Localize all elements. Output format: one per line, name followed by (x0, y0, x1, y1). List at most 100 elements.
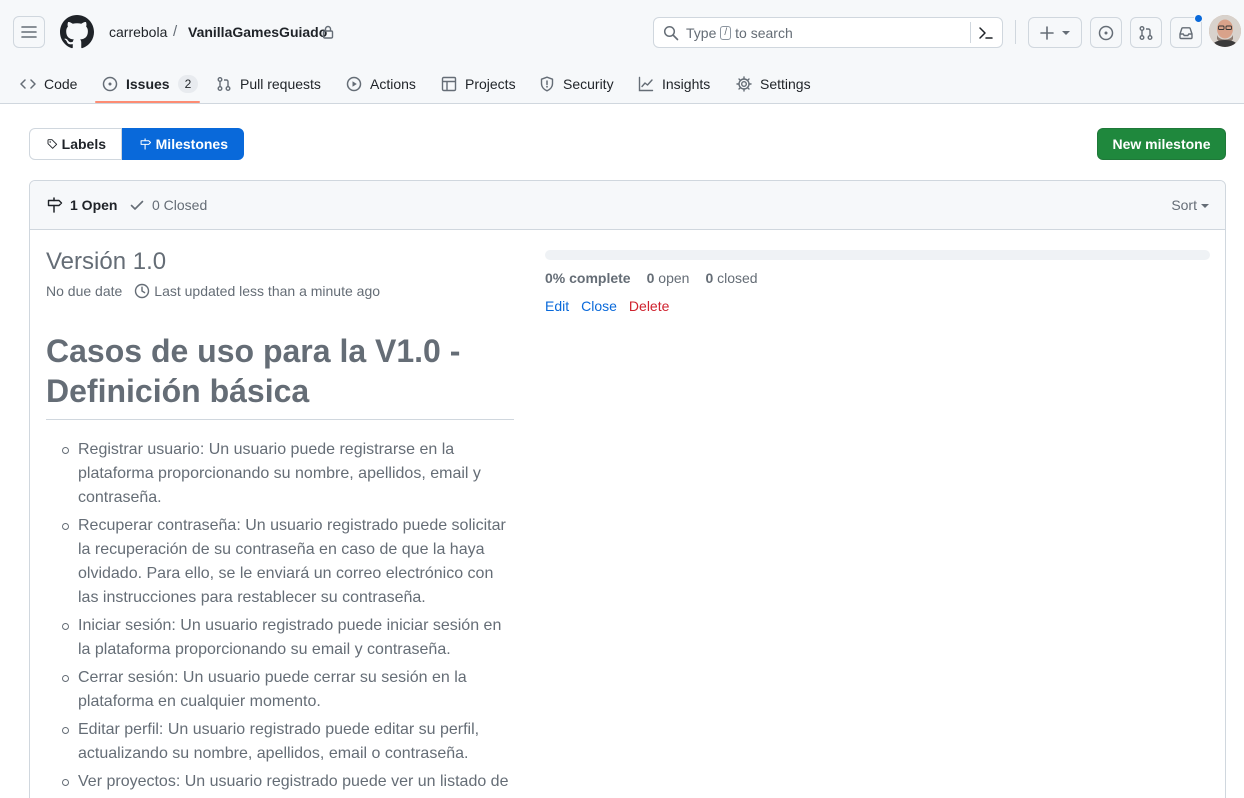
milestones-button[interactable]: Milestones (122, 128, 244, 160)
code-icon (20, 79, 36, 89)
tab-actions[interactable]: Actions (346, 64, 416, 104)
avatar-image (1209, 15, 1241, 47)
inbox-icon (1179, 26, 1193, 39)
tab-issues[interactable]: Issues 2 (102, 64, 199, 104)
tab-security[interactable]: Security (539, 64, 614, 104)
edit-milestone-link[interactable]: Edit (545, 298, 569, 314)
shield-icon (540, 76, 554, 92)
check-icon (130, 200, 144, 210)
user-avatar[interactable] (1209, 15, 1241, 47)
milestone-progress-bar (545, 250, 1210, 260)
hamburger-icon (21, 26, 37, 38)
path-separator: / (173, 23, 178, 40)
search-placeholder-prefix: Type (686, 25, 717, 41)
tab-issues-label: Issues (126, 76, 170, 92)
milestones-list: 1 Open 0 Closed Sort Versión 1.0 No due … (29, 180, 1226, 798)
sort-label: Sort (1171, 197, 1197, 213)
repo-owner-link[interactable]: carrebola (109, 24, 167, 40)
labels-button-label: Labels (61, 136, 106, 152)
use-case-list: Registrar usuario: Un usuario puede regi… (46, 438, 514, 798)
tab-settings-label: Settings (760, 76, 811, 92)
git-pull-request-icon (1139, 25, 1153, 40)
tag-icon (47, 139, 58, 149)
tab-insights[interactable]: Insights (638, 64, 710, 104)
tab-code[interactable]: Code (20, 64, 77, 104)
tab-projects-label: Projects (465, 76, 516, 92)
search-input[interactable]: Type / to search (653, 17, 1003, 48)
complete-stat: 0% complete (545, 270, 631, 286)
open-issues-count: 0 (646, 270, 655, 286)
sort-dropdown[interactable]: Sort (1171, 197, 1209, 213)
closed-stat: 0 closed (705, 270, 757, 286)
search-icon (663, 25, 679, 41)
table-icon (441, 76, 457, 92)
tab-code-label: Code (44, 76, 78, 92)
search-placeholder: Type / to search (686, 25, 793, 41)
search-shortcut-key: / (720, 26, 732, 40)
command-palette-icon[interactable] (977, 24, 995, 42)
tab-settings[interactable]: Settings (736, 64, 811, 104)
milestone-meta: No due date Last updated less than a min… (46, 283, 380, 299)
milestone-icon (140, 138, 152, 150)
caret-down-icon (1201, 204, 1209, 208)
search-divider (970, 22, 971, 43)
your-pull-requests-button[interactable] (1130, 17, 1162, 48)
menu-button[interactable] (13, 16, 45, 48)
tab-pull-requests[interactable]: Pull requests (216, 64, 321, 104)
gear-icon (736, 76, 752, 92)
graph-icon (638, 76, 654, 92)
github-logo-icon[interactable] (60, 15, 94, 49)
open-stat: 0 open (647, 270, 690, 286)
active-tab-indicator (95, 101, 200, 103)
play-icon (346, 76, 362, 92)
tab-projects[interactable]: Projects (441, 64, 516, 104)
milestone-actions: Edit Close Delete (545, 298, 669, 314)
clock-icon (135, 283, 150, 299)
milestones-button-label: Milestones (155, 136, 228, 152)
complete-percent: 0% complete (545, 270, 631, 286)
issue-opened-icon (1098, 25, 1114, 40)
notification-indicator (1194, 14, 1203, 23)
list-item: Editar perfil: Un usuario registrado pue… (62, 718, 514, 766)
chevron-down-icon (1062, 30, 1070, 35)
open-milestones-filter[interactable]: 1 Open (47, 197, 117, 213)
open-count-label: 1 Open (70, 197, 118, 213)
tab-insights-label: Insights (662, 76, 711, 92)
open-issues-label: open (658, 270, 690, 286)
list-item: Recuperar contraseña: Un usuario registr… (62, 514, 514, 610)
repo-name-link[interactable]: VanillaGamesGuiado (188, 24, 327, 40)
tab-pull-requests-label: Pull requests (240, 76, 321, 92)
milestone-title[interactable]: Versión 1.0 (46, 248, 166, 276)
new-milestone-button[interactable]: New milestone (1097, 128, 1226, 160)
milestone-due-date: No due date (46, 283, 123, 299)
list-item: Registrar usuario: Un usuario puede regi… (62, 438, 514, 510)
closed-issues-count: 0 (705, 270, 714, 286)
milestone-icon (47, 197, 63, 213)
app-header: carrebola / VanillaGamesGuiado Type / to… (0, 0, 1244, 104)
delete-milestone-link[interactable]: Delete (629, 298, 669, 314)
search-placeholder-suffix: to search (735, 25, 793, 41)
issue-opened-icon (102, 76, 118, 92)
close-milestone-link[interactable]: Close (581, 298, 617, 314)
tab-actions-label: Actions (370, 76, 416, 92)
plus-icon (1040, 25, 1054, 40)
closed-milestones-filter[interactable]: 0 Closed (129, 197, 207, 213)
list-item: Iniciar sesión: Un usuario registrado pu… (62, 614, 514, 662)
milestone-stats: 0% complete 0 open 0 closed (545, 270, 758, 286)
labels-button[interactable]: Labels (29, 128, 122, 160)
milestone-last-updated: Last updated less than a minute ago (154, 283, 381, 299)
list-item: Cerrar sesión: Un usuario puede cerrar s… (62, 666, 514, 714)
issues-count-badge: 2 (177, 75, 199, 93)
create-new-button[interactable] (1028, 17, 1082, 48)
list-item: Ver proyectos: Un usuario registrado pue… (62, 770, 514, 798)
description-heading: Casos de uso para la V1.0 - Definición b… (46, 331, 514, 420)
git-pull-request-icon (217, 77, 231, 91)
repo-navigation: Code Issues 2 Pull requests Actions Proj… (0, 64, 1244, 104)
header-divider (1015, 20, 1016, 44)
your-issues-button[interactable] (1090, 17, 1122, 48)
closed-count-label: 0 Closed (152, 197, 208, 213)
labels-milestones-toggle: Labels Milestones (29, 128, 244, 160)
milestone-description: Casos de uso para la V1.0 - Definición b… (46, 331, 514, 798)
lock-icon (322, 25, 334, 39)
tab-security-label: Security (563, 76, 614, 92)
